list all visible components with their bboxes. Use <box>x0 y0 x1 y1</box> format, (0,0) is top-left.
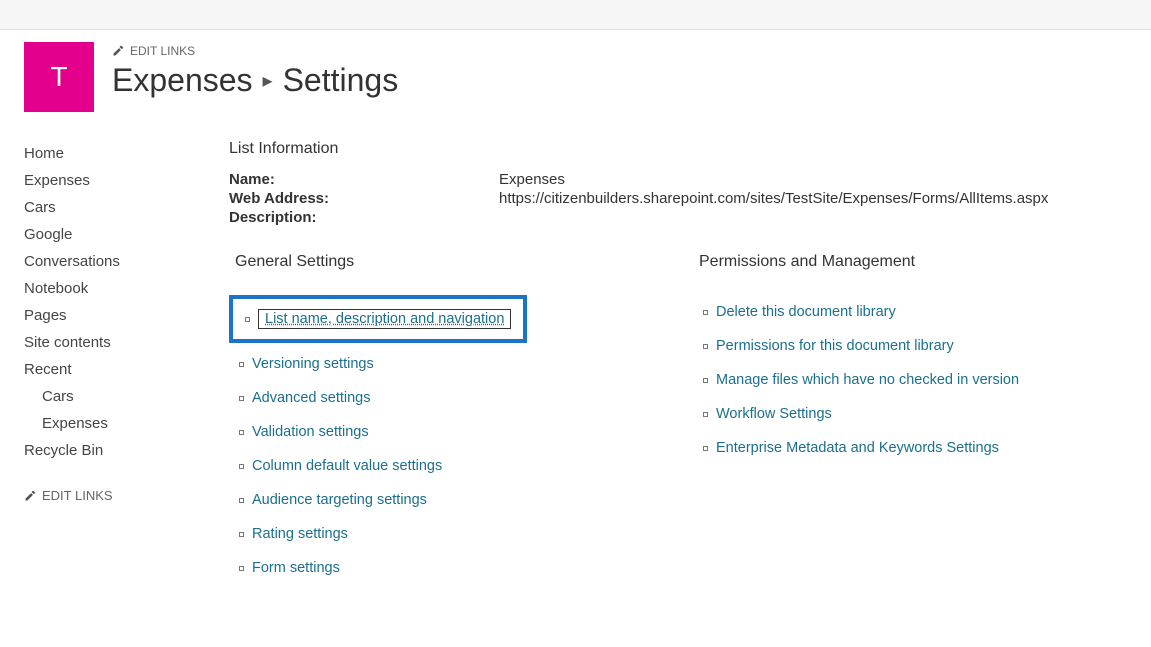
breadcrumb-site[interactable]: Expenses <box>112 62 253 99</box>
bullet-icon <box>239 566 244 571</box>
settings-columns: General Settings List name, description … <box>229 253 1127 585</box>
bullet-icon <box>239 430 244 435</box>
setting-item: Audience targeting settings <box>229 483 663 517</box>
body: Home Expenses Cars Google Conversations … <box>24 140 1127 585</box>
bullet-icon <box>703 446 708 451</box>
sidebar-item-google[interactable]: Google <box>24 221 189 248</box>
breadcrumb-caret-icon: ▸ <box>263 71 273 91</box>
site-logo-tile[interactable]: T <box>24 42 94 112</box>
sidebar-item-notebook[interactable]: Notebook <box>24 275 189 302</box>
info-row-name: Name: Expenses <box>229 170 1127 189</box>
list-information-section: List Information Name: Expenses Web Addr… <box>229 140 1127 227</box>
bullet-icon <box>239 498 244 503</box>
info-value-name: Expenses <box>499 171 565 188</box>
setting-item: Rating settings <box>229 517 663 551</box>
edit-links-bottom[interactable]: EDIT LINKS <box>24 488 189 503</box>
edit-links-label: EDIT LINKS <box>130 44 195 58</box>
breadcrumb: Expenses ▸ Settings <box>112 62 398 99</box>
general-settings-list: List name, description and navigation Ve… <box>229 295 663 585</box>
info-row-web-address: Web Address: https://citizenbuilders.sha… <box>229 189 1127 208</box>
edit-links-top[interactable]: EDIT LINKS <box>112 44 398 58</box>
link-list-name-description-navigation[interactable]: List name, description and navigation <box>258 309 511 329</box>
info-label-name: Name: <box>229 171 499 188</box>
setting-item: Delete this document library <box>693 295 1127 329</box>
general-settings-column: General Settings List name, description … <box>229 253 663 585</box>
bullet-icon <box>703 344 708 349</box>
setting-item: Form settings <box>229 551 663 585</box>
info-label-web-address: Web Address: <box>229 190 499 207</box>
setting-item: Column default value settings <box>229 449 663 483</box>
bullet-icon <box>239 362 244 367</box>
link-rating-settings[interactable]: Rating settings <box>252 526 348 542</box>
permissions-management-list: Delete this document library Permissions… <box>693 295 1127 465</box>
info-value-web-address: https://citizenbuilders.sharepoint.com/s… <box>499 190 1048 207</box>
bullet-icon <box>239 464 244 469</box>
edit-links-label: EDIT LINKS <box>42 488 113 503</box>
pencil-icon <box>24 490 36 502</box>
setting-item: Manage files which have no checked in ve… <box>693 363 1127 397</box>
link-advanced-settings[interactable]: Advanced settings <box>252 390 371 406</box>
link-workflow-settings[interactable]: Workflow Settings <box>716 406 832 422</box>
setting-item: Versioning settings <box>229 347 663 381</box>
info-row-description: Description: <box>229 208 1127 227</box>
bullet-icon <box>703 310 708 315</box>
page: T EDIT LINKS Expenses ▸ Settings Home Ex… <box>0 30 1151 609</box>
bullet-icon <box>245 317 250 322</box>
link-validation-settings[interactable]: Validation settings <box>252 424 369 440</box>
sidebar-item-conversations[interactable]: Conversations <box>24 248 189 275</box>
link-manage-files-no-checked-in-version[interactable]: Manage files which have no checked in ve… <box>716 372 1019 388</box>
permissions-management-title: Permissions and Management <box>693 253 1127 271</box>
main-content: List Information Name: Expenses Web Addr… <box>229 140 1127 585</box>
link-permissions-for-document-library[interactable]: Permissions for this document library <box>716 338 954 354</box>
sidebar-item-home[interactable]: Home <box>24 140 189 167</box>
link-enterprise-metadata-keywords-settings[interactable]: Enterprise Metadata and Keywords Setting… <box>716 440 999 456</box>
permissions-management-column: Permissions and Management Delete this d… <box>693 253 1127 585</box>
setting-item-highlighted: List name, description and navigation <box>229 295 527 343</box>
setting-item: Enterprise Metadata and Keywords Setting… <box>693 431 1127 465</box>
setting-item: Workflow Settings <box>693 397 1127 431</box>
link-column-default-value-settings[interactable]: Column default value settings <box>252 458 442 474</box>
link-versioning-settings[interactable]: Versioning settings <box>252 356 374 372</box>
suite-bar <box>0 0 1151 30</box>
bullet-icon <box>703 412 708 417</box>
header-text: EDIT LINKS Expenses ▸ Settings <box>112 44 398 99</box>
sidebar-item-site-contents[interactable]: Site contents <box>24 329 189 356</box>
sidebar-item-recent-expenses[interactable]: Expenses <box>24 410 189 437</box>
general-settings-title: General Settings <box>229 253 663 271</box>
link-audience-targeting-settings[interactable]: Audience targeting settings <box>252 492 427 508</box>
info-label-description: Description: <box>229 209 499 226</box>
site-logo-letter: T <box>50 61 67 93</box>
setting-item: Validation settings <box>229 415 663 449</box>
bullet-icon <box>239 532 244 537</box>
sidebar-item-recent[interactable]: Recent <box>24 356 189 383</box>
quick-launch-sidebar: Home Expenses Cars Google Conversations … <box>24 140 189 585</box>
setting-item: Permissions for this document library <box>693 329 1127 363</box>
sidebar-item-recycle-bin[interactable]: Recycle Bin <box>24 437 189 464</box>
sidebar-item-cars[interactable]: Cars <box>24 194 189 221</box>
bullet-icon <box>239 396 244 401</box>
sidebar-item-pages[interactable]: Pages <box>24 302 189 329</box>
bullet-icon <box>703 378 708 383</box>
list-information-heading: List Information <box>229 140 1127 158</box>
breadcrumb-page: Settings <box>283 62 399 99</box>
page-header: T EDIT LINKS Expenses ▸ Settings <box>24 42 1127 112</box>
link-delete-document-library[interactable]: Delete this document library <box>716 304 896 320</box>
setting-item: Advanced settings <box>229 381 663 415</box>
sidebar-item-recent-cars[interactable]: Cars <box>24 383 189 410</box>
sidebar-item-expenses[interactable]: Expenses <box>24 167 189 194</box>
pencil-icon <box>112 45 124 57</box>
link-form-settings[interactable]: Form settings <box>252 560 340 576</box>
